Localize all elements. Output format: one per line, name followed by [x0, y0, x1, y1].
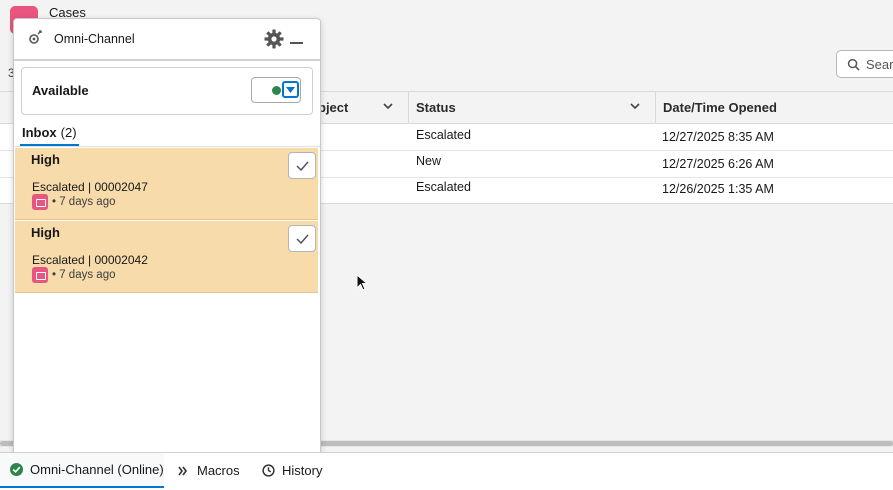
work-item-age: • 7 days ago — [52, 269, 116, 281]
column-header-subject[interactable]: bject — [310, 92, 408, 123]
column-header-status[interactable]: Status — [408, 92, 655, 123]
search-icon — [847, 58, 860, 71]
chevron-down-icon[interactable] — [282, 81, 299, 98]
utility-item-history[interactable]: History — [262, 453, 322, 488]
work-item-age: • 7 days ago — [52, 196, 116, 208]
work-item-priority: High — [31, 152, 60, 167]
search-placeholder: Search — [866, 56, 893, 72]
case-icon — [32, 194, 48, 210]
accept-work-button[interactable] — [288, 152, 316, 179]
work-item-meta: • 7 days ago — [32, 267, 116, 283]
omni-channel-title: Omni-Channel — [54, 32, 135, 46]
work-item-meta: • 7 days ago — [32, 194, 116, 210]
utility-bar: Omni-Channel (Online) Macros History — [0, 452, 893, 490]
inbox-count: (2) — [60, 124, 77, 140]
inbox-tab-label: Inbox — [22, 124, 57, 140]
clock-icon — [262, 464, 275, 477]
minimize-icon[interactable] — [290, 41, 303, 45]
utility-item-macros[interactable]: Macros — [178, 453, 240, 488]
search-input[interactable]: Search — [836, 50, 893, 78]
omni-channel-icon — [29, 30, 42, 44]
chevron-down-icon[interactable] — [629, 100, 641, 112]
mouse-cursor-icon — [356, 274, 368, 291]
work-item-priority: High — [31, 225, 60, 240]
utility-item-label: History — [282, 463, 323, 478]
tab-inbox[interactable]: Inbox (2) — [20, 120, 79, 146]
work-item-details: Escalated | 00002047 — [32, 180, 148, 194]
status-cell: New — [416, 154, 442, 168]
macros-icon — [178, 466, 187, 475]
presence-status-dropdown[interactable] — [251, 77, 301, 103]
status-cell: Escalated — [416, 180, 471, 194]
utility-item-omni-channel[interactable]: Omni-Channel (Online) — [0, 453, 164, 488]
work-item-card[interactable]: High Escalated | 00002042 • 7 days ago — [15, 221, 318, 293]
utility-item-label: Omni-Channel (Online) — [30, 462, 164, 477]
work-item-details: Escalated | 00002042 — [32, 253, 148, 267]
checkmark-icon — [295, 161, 309, 171]
chevron-down-icon[interactable] — [382, 100, 394, 112]
omni-channel-tabs: Inbox (2) — [14, 120, 320, 147]
column-header-date-opened[interactable]: Date/Time Opened — [655, 92, 893, 123]
date-opened-cell: 12/26/2025 1:35 AM — [662, 182, 774, 196]
status-cell: Escalated — [416, 128, 471, 142]
omni-channel-panel: Omni-Channel Available Inbox (2) High Es… — [13, 18, 321, 453]
case-icon — [32, 267, 48, 283]
presence-status-box: Available — [21, 67, 313, 115]
omni-channel-header: Omni-Channel — [14, 19, 320, 61]
checkmark-icon — [295, 234, 309, 244]
presence-status-label: Available — [32, 83, 89, 98]
utility-item-label: Macros — [197, 463, 240, 478]
accept-work-button[interactable] — [288, 225, 316, 252]
date-opened-cell: 12/27/2025 6:26 AM — [662, 157, 774, 171]
gear-icon[interactable] — [264, 29, 284, 49]
check-circle-icon — [10, 463, 23, 476]
date-opened-cell: 12/27/2025 8:35 AM — [662, 130, 774, 144]
work-item-card[interactable]: High Escalated | 00002047 • 7 days ago — [15, 148, 318, 220]
online-status-dot — [272, 86, 281, 95]
